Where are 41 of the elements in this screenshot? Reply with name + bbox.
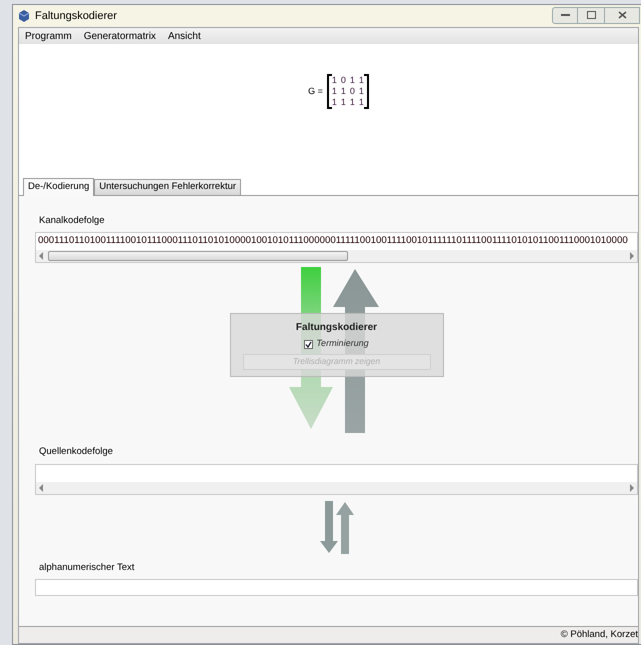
scroll-left-icon[interactable] — [38, 252, 44, 260]
field-label: alphanumerischer Text — [39, 560, 136, 574]
matrix-entry: 1 — [358, 86, 364, 97]
tab[interactable]: De-/Kodierung — [23, 178, 94, 196]
matrix-entry: 1 — [340, 86, 346, 97]
app-icon — [17, 9, 31, 23]
close-button[interactable] — [604, 6, 640, 24]
maximize-icon — [586, 11, 596, 19]
tab[interactable]: Untersuchungen Fehlerkorrektur — [94, 179, 242, 195]
matrix-entry: 1 — [358, 97, 364, 108]
matrix-entry: 1 — [358, 75, 364, 86]
close-icon — [618, 11, 626, 19]
minimize-icon — [560, 13, 570, 17]
minimize-button[interactable] — [552, 6, 578, 24]
field-label: Quellenkodefolge — [39, 445, 114, 460]
matrix-entry: 1 — [350, 75, 355, 86]
matrix-label: G = — [308, 84, 323, 98]
matrix-entry: 1 — [332, 86, 337, 97]
matrix-entry: 1 — [340, 97, 346, 108]
text-field[interactable] — [35, 578, 638, 596]
window-title: Faltungskodierer — [35, 8, 117, 24]
matrix-entry: 1 — [332, 97, 337, 108]
channel-code-field[interactable]: 000111011010011110010111000111011010100001001010111000000111110010011110010111111011110011110101011001110001010000 — [35, 232, 638, 264]
menu-item[interactable]: Programm — [25, 28, 72, 44]
menu-item[interactable]: Ansicht — [168, 28, 201, 44]
matrix-entry: 0 — [340, 75, 346, 86]
source-code-field[interactable] — [35, 464, 638, 494]
scroll-right-icon[interactable] — [629, 252, 635, 260]
matrix-entry: 1 — [350, 97, 355, 108]
maximize-button[interactable] — [578, 6, 604, 24]
field-label: Kanalkodefolge — [39, 214, 106, 228]
matrix-entry: 0 — [350, 86, 355, 97]
scroll-thumb[interactable] — [48, 251, 348, 262]
checkbox[interactable] — [304, 340, 314, 348]
menu-item[interactable]: Generatormatrix — [84, 28, 156, 44]
scroll-right-icon[interactable] — [629, 484, 635, 492]
scroll-left-icon[interactable] — [38, 484, 44, 492]
status-text: © Pöhland, Korzet — [560, 628, 638, 642]
checkbox-label: Terminierung — [316, 337, 369, 350]
panel-title: Faltungskodierer — [296, 321, 378, 336]
matrix-entry: 1 — [332, 75, 337, 86]
